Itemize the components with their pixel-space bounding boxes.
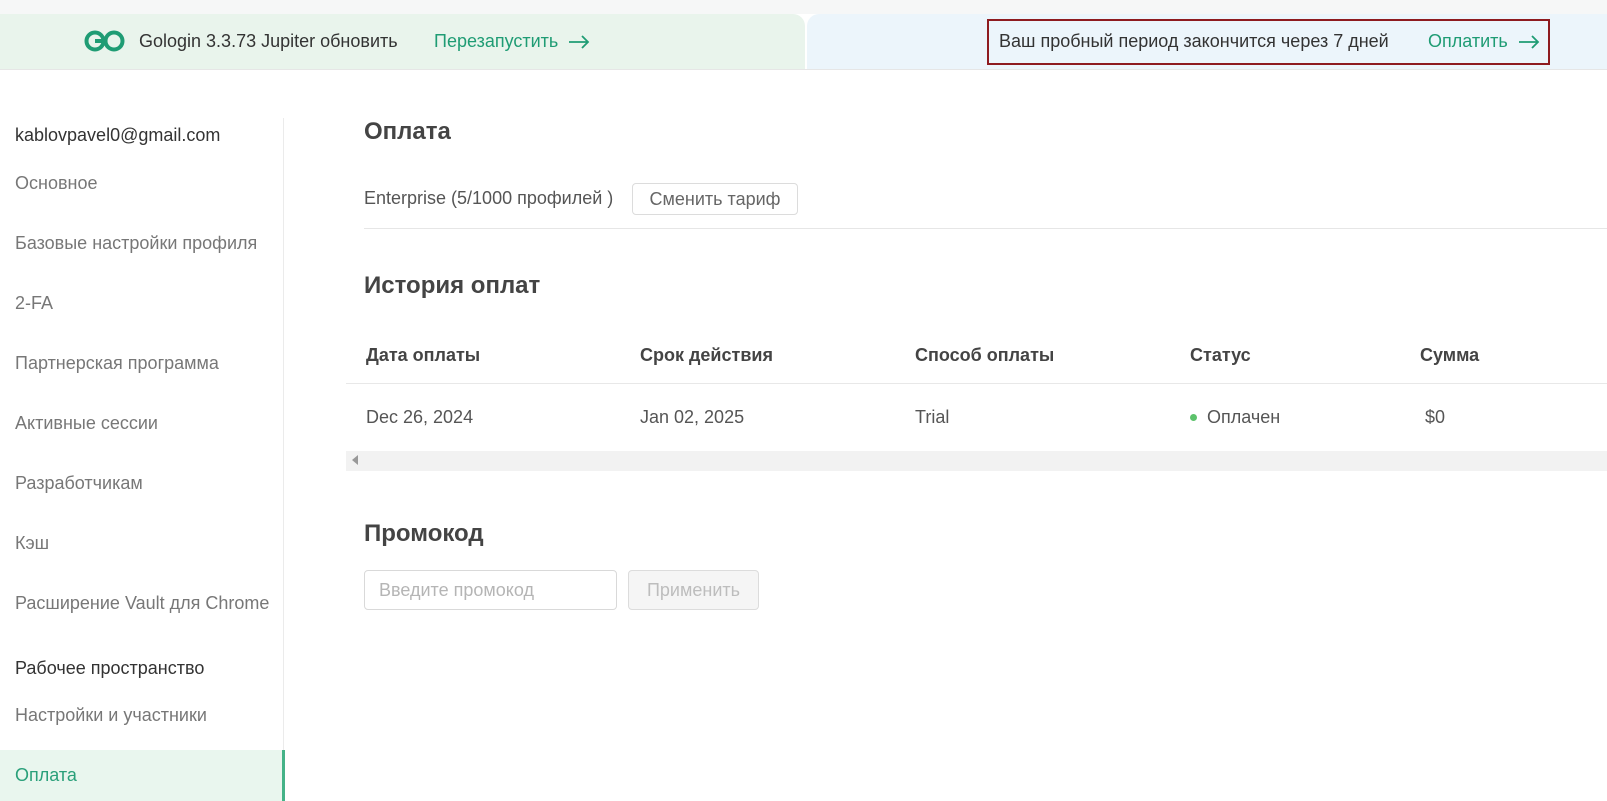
sidebar-item-cache[interactable]: Кэш — [15, 533, 49, 554]
cell-payment-date: Dec 26, 2024 — [366, 407, 474, 427]
promo-code-title: Промокод — [364, 520, 484, 547]
sidebar-item-general[interactable]: Основное — [15, 173, 97, 194]
sidebar-item-workspace-members[interactable]: Настройки и участники — [15, 705, 207, 726]
sidebar-item-affiliate[interactable]: Партнерская программа — [15, 353, 219, 374]
restart-label: Перезапустить — [434, 31, 559, 51]
sidebar-item-sessions[interactable]: Активные сессии — [15, 413, 158, 434]
update-text: Gologin 3.3.73 Jupiter обновить — [139, 31, 398, 51]
sidebar-item-payment[interactable]: Оплата — [0, 750, 285, 801]
change-plan-button[interactable]: Сменить тариф — [632, 183, 798, 215]
table-horizontal-scrollbar[interactable] — [346, 451, 1607, 471]
apply-promo-button[interactable]: Применить — [628, 570, 759, 610]
arrow-right-icon — [1518, 34, 1540, 49]
table-header-divider — [346, 383, 1607, 384]
sidebar-divider — [283, 118, 284, 801]
sidebar-item-vault-extension[interactable]: Расширение Vault для Chrome — [15, 593, 269, 614]
restart-link[interactable]: Перезапустить — [434, 31, 590, 52]
column-header-date: Дата оплаты — [366, 345, 481, 365]
column-header-amount: Сумма — [1420, 345, 1480, 365]
pay-link[interactable]: Оплатить — [1428, 31, 1540, 52]
cell-amount: $0 — [1425, 407, 1446, 427]
section-divider — [364, 228, 1607, 229]
gologin-logo-icon — [84, 30, 125, 52]
column-header-method: Способ оплаты — [915, 345, 1055, 365]
account-email: kablovpavel0@gmail.com — [15, 125, 221, 145]
arrow-right-icon — [569, 34, 590, 49]
trial-notice-text: Ваш пробный период закончится через 7 дн… — [999, 31, 1389, 51]
promo-code-input[interactable] — [364, 570, 617, 610]
sidebar-section-workspace: Рабочее пространство — [15, 658, 205, 678]
sidebar-item-label: Оплата — [15, 765, 77, 785]
status-dot-icon — [1190, 414, 1197, 421]
column-header-status: Статус — [1190, 345, 1251, 365]
sidebar-item-2fa[interactable]: 2-FA — [15, 293, 53, 314]
cell-payment-method: Trial — [915, 407, 950, 427]
scroll-left-arrow-icon[interactable] — [352, 455, 358, 465]
current-plan-label: Enterprise (5/1000 профилей ) — [364, 188, 614, 208]
cell-status: Оплачен — [1207, 407, 1281, 427]
sidebar-item-developers[interactable]: Разработчикам — [15, 473, 143, 494]
window-top-strip — [0, 0, 1607, 14]
payment-history-title: История оплат — [364, 272, 541, 299]
cell-expiry-date: Jan 02, 2025 — [640, 407, 745, 427]
pay-label: Оплатить — [1428, 31, 1508, 51]
payment-title: Оплата — [364, 118, 451, 145]
sidebar-item-profile-settings[interactable]: Базовые настройки профиля — [15, 233, 257, 254]
column-header-expires: Срок действия — [640, 345, 773, 365]
